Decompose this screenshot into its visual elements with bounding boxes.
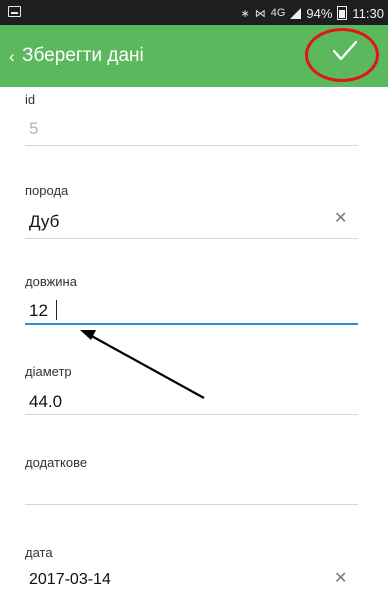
checkmark-icon	[333, 41, 357, 61]
extra-label: додаткове	[25, 455, 88, 470]
length-field[interactable]: 12	[29, 301, 48, 321]
breed-clear-icon[interactable]: ✕	[334, 211, 347, 227]
battery-percent: 94%	[306, 5, 333, 21]
screenshot-notification-icon	[8, 6, 21, 17]
network-type-label: 4G	[270, 7, 286, 19]
id-field: 5	[29, 119, 39, 138]
vibrate-icon: ⋈	[254, 7, 266, 20]
battery-icon	[337, 6, 348, 20]
diameter-underline	[25, 414, 358, 415]
bluetooth-icon: ∗	[240, 7, 250, 20]
app-bar: ‹ Зберегти дані	[0, 25, 388, 87]
status-bar: ∗ ⋈ 4G 94% 11:30	[0, 0, 388, 25]
date-field[interactable]: 2017-03-14	[29, 570, 111, 590]
length-label: довжина	[25, 274, 77, 289]
breed-label: порода	[25, 183, 69, 198]
signal-icon	[290, 7, 302, 19]
text-cursor	[56, 300, 57, 320]
breed-underline	[25, 238, 358, 239]
diameter-label: діаметр	[25, 364, 72, 379]
diameter-field[interactable]: 44.0	[29, 392, 62, 412]
id-underline	[25, 145, 358, 146]
status-time: 11:30	[352, 5, 384, 21]
form: id 5 порода Дуб ✕ довжина 12 діаметр 44.…	[0, 87, 388, 597]
date-label: дата	[25, 545, 53, 560]
extra-underline	[25, 504, 358, 505]
date-clear-icon[interactable]: ✕	[334, 571, 347, 587]
save-button[interactable]	[305, 28, 387, 82]
id-label: id	[25, 92, 36, 107]
page-title[interactable]: Зберегти дані	[22, 45, 144, 67]
status-icons: ∗ ⋈ 4G 94% 11:30	[240, 3, 384, 23]
back-chevron-icon[interactable]: ‹	[9, 48, 15, 65]
length-underline	[25, 323, 358, 325]
breed-field[interactable]: Дуб	[29, 212, 59, 232]
